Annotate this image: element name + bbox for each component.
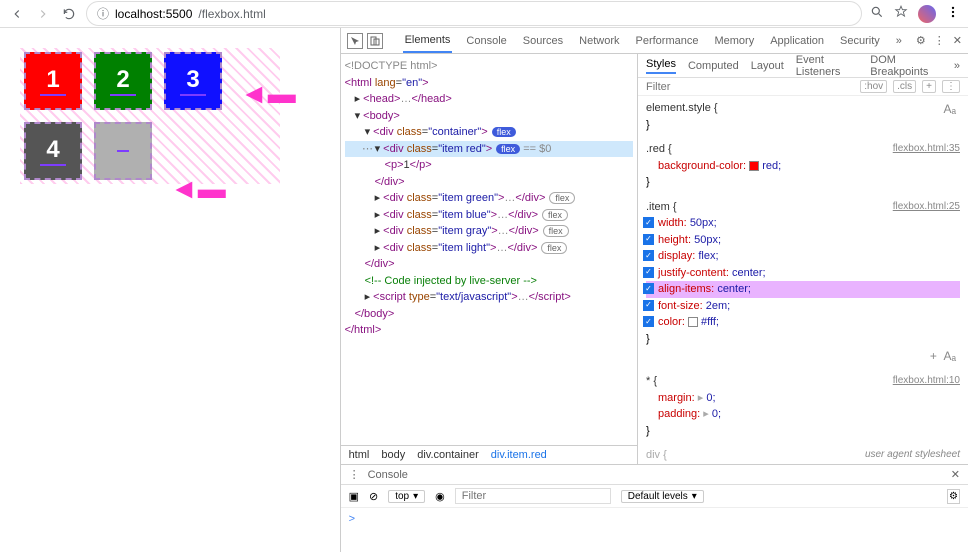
styles-tabs-more[interactable]: » [954,60,960,72]
devtools-panel: Elements Console Sources Network Perform… [340,28,968,552]
site-info-icon[interactable]: ⓘ [97,5,109,22]
forward-button[interactable] [34,5,52,23]
tab-elements[interactable]: Elements [403,28,453,53]
dom-breadcrumb[interactable]: html body div.container div.item.red [341,445,637,464]
settings-icon[interactable]: ⚙ [916,34,926,47]
console-settings-icon[interactable]: ⚙ [947,489,960,504]
console-levels-select[interactable]: Default levels▾ [621,490,704,503]
tab-application[interactable]: Application [768,28,826,53]
console-clear-icon[interactable]: ⊘ [369,490,378,503]
styles-tab-layout[interactable]: Layout [751,60,784,72]
rule-red[interactable]: flexbox.html:35 .red { background-color:… [646,141,960,191]
profile-avatar[interactable] [918,5,936,23]
reload-button[interactable] [60,5,78,23]
styles-filter-input[interactable] [646,81,860,93]
tab-performance[interactable]: Performance [633,28,700,53]
demo-item-gray[interactable]: 4 [24,122,82,180]
tab-memory[interactable]: Memory [712,28,756,53]
styles-panel: Styles Computed Layout Event Listeners D… [638,54,968,464]
elements-panel: <!DOCTYPE html> <html lang="en"> ▸ <head… [341,54,638,464]
tab-console[interactable]: Console [464,28,508,53]
styles-tab-listeners[interactable]: Event Listeners [796,54,859,78]
demo-item-green[interactable]: 2 [94,52,152,110]
styles-more-icon[interactable]: ⋮ [942,80,960,93]
tab-network[interactable]: Network [577,28,621,53]
styles-tab-styles[interactable]: Styles [646,58,676,74]
browser-toolbar: ⓘ localhost:5500/flexbox.html [0,0,968,28]
bookmark-icon[interactable] [894,5,908,22]
console-context-select[interactable]: top▾ [388,490,425,503]
demo-container: 1 2 3 4 [20,48,280,184]
zoom-icon[interactable] [870,5,884,22]
device-toolbar-icon[interactable] [367,33,383,49]
cls-toggle[interactable]: .cls [893,80,916,93]
tab-sources[interactable]: Sources [521,28,565,53]
address-bar[interactable]: ⓘ localhost:5500/flexbox.html [86,1,862,26]
console-sidebar-icon[interactable]: ▣ [349,490,359,503]
console-drawer-toggle[interactable]: ⋮ [349,468,360,481]
inspect-element-icon[interactable] [347,33,363,49]
tabs-more[interactable]: » [894,28,904,53]
new-rule-button[interactable]: + [922,80,936,93]
devtools-main-tabs: Elements Console Sources Network Perform… [341,28,968,54]
console-input[interactable]: > [341,508,968,552]
dock-icon[interactable]: ⋮ [934,34,945,47]
page-viewport: 1 2 3 4 ◄▬ ◄▬ [0,28,340,552]
rule-div-ua[interactable]: user agent stylesheet div { display: blo… [646,447,960,464]
close-devtools-icon[interactable]: ✕ [953,34,962,47]
rule-star[interactable]: flexbox.html:10 * { margin: ▸ 0; padding… [646,373,960,439]
back-button[interactable] [8,5,26,23]
demo-item-blue[interactable]: 3 [164,52,222,110]
annotation-arrow-2: ◄▬ [170,173,226,205]
rule-element-style[interactable]: element.style { } Aₐ [646,100,960,133]
url-host: localhost:5500 [115,7,192,21]
demo-item-red[interactable]: 1 [24,52,82,110]
hov-toggle[interactable]: :hov [860,80,887,93]
url-path: /flexbox.html [198,7,265,21]
console-live-icon[interactable]: ◉ [435,490,445,503]
console-filter-input[interactable] [455,488,611,504]
annotation-arrow-1: ◄▬ [240,78,296,110]
styles-tab-breakpoints[interactable]: DOM Breakpoints [870,54,942,78]
console-drawer: ⋮ Console ✕ ▣ ⊘ top▾ ◉ Default levels▾ ⚙… [341,464,968,552]
console-drawer-label: Console [368,469,408,481]
tab-security[interactable]: Security [838,28,882,53]
console-close-icon[interactable]: ✕ [951,468,960,481]
dom-tree[interactable]: <!DOCTYPE html> <html lang="en"> ▸ <head… [341,54,637,445]
demo-item-light[interactable] [94,122,152,180]
menu-icon[interactable] [946,5,960,22]
styles-tab-computed[interactable]: Computed [688,60,739,72]
rule-item[interactable]: flexbox.html:25 .item { ✓width: 50px;✓he… [646,199,960,366]
